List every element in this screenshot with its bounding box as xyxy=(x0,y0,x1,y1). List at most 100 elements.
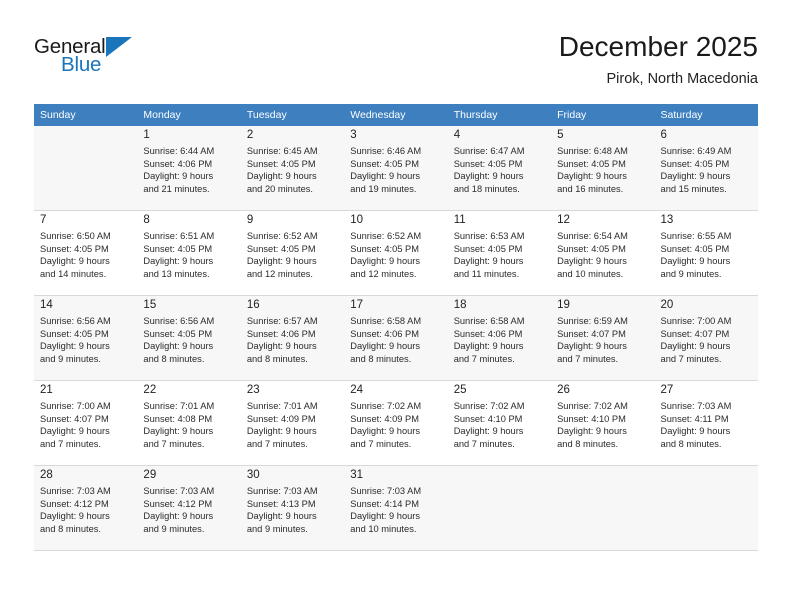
daylight-text-line1: Daylight: 9 hours xyxy=(246,256,317,267)
sunrise-text: Sunrise: 7:03 AM xyxy=(40,486,111,496)
day-sun-info: Sunrise: 6:57 AM Sunset: 4:06 PM Daylight:… xyxy=(247,314,338,365)
sunset-text: Sunset: 4:06 PM xyxy=(350,328,419,339)
day-cell-inner: 5 Sunrise: 6:48 AM Sunset: 4:05 PM Daylight… xyxy=(551,126,654,210)
weekday-header-row: Sunday Monday Tuesday Wednesday Thursday… xyxy=(34,104,758,126)
calendar-day-cell[interactable]: 25 Sunrise: 7:02 AM Sunset: 4:10 PM Dayligh… xyxy=(447,380,552,466)
sunset-text: Sunset: 4:05 PM xyxy=(246,243,316,254)
daylight-text-line1: Daylight: 9 hours xyxy=(350,341,421,352)
daylight-text-line1: Daylight: 9 hours xyxy=(557,426,627,437)
day-cell-inner: 1 Sunrise: 6:44 AM Sunset: 4:06 PM Daylight… xyxy=(137,126,240,210)
weekday-header-tuesday: Tuesday xyxy=(240,104,345,126)
weekday-header-monday: Monday xyxy=(137,104,241,126)
daylight-text-line1: Daylight: 9 hours xyxy=(453,171,524,182)
calendar-day-cell[interactable]: 18 Sunrise: 6:58 AM Sunset: 4:06 PM Dayligh… xyxy=(447,295,552,381)
calendar-day-cell[interactable]: 16 Sunrise: 6:57 AM Sunset: 4:06 PM Dayligh… xyxy=(240,295,345,381)
calendar-day-cell[interactable]: 7 Sunrise: 6:50 AM Sunset: 4:05 PM Daylight… xyxy=(34,210,138,296)
calendar-day-cell[interactable]: 3 Sunrise: 6:46 AM Sunset: 4:05 PM Daylight… xyxy=(344,126,448,211)
day-number: 18 xyxy=(453,299,467,311)
daylight-text-line2: and 10 minutes. xyxy=(557,268,624,279)
daylight-text-line2: and 15 minutes. xyxy=(660,183,727,194)
daylight-text-line2: and 7 minutes. xyxy=(453,353,515,364)
calendar-week-row: 21 Sunrise: 7:00 AM Sunset: 4:07 PM Dayligh… xyxy=(34,380,758,466)
daylight-text-line2: and 9 minutes. xyxy=(246,523,308,534)
day-cell-inner: 22 Sunrise: 7:01 AM Sunset: 4:08 PM Dayligh… xyxy=(137,381,240,465)
daylight-text-line2: and 7 minutes. xyxy=(453,438,515,449)
daylight-text-line1: Daylight: 9 hours xyxy=(350,171,421,182)
calendar-day-cell[interactable]: 20 Sunrise: 7:00 AM Sunset: 4:07 PM Dayligh… xyxy=(654,295,758,381)
calendar-day-cell[interactable]: 27 Sunrise: 7:03 AM Sunset: 4:11 PM Dayligh… xyxy=(654,380,758,466)
daylight-text-line2: and 21 minutes. xyxy=(143,183,210,194)
calendar-day-cell[interactable]: 2 Sunrise: 6:45 AM Sunset: 4:05 PM Daylight… xyxy=(240,126,345,211)
calendar-day-cell[interactable]: 22 Sunrise: 7:01 AM Sunset: 4:08 PM Dayligh… xyxy=(137,380,241,466)
calendar-day-cell[interactable]: 5 Sunrise: 6:48 AM Sunset: 4:05 PM Daylight… xyxy=(551,126,655,211)
calendar-day-cell[interactable]: 1 Sunrise: 6:44 AM Sunset: 4:06 PM Daylight… xyxy=(137,126,241,211)
calendar-day-cell[interactable]: 30 Sunrise: 7:03 AM Sunset: 4:13 PM Dayligh… xyxy=(240,465,345,551)
daylight-text-line2: and 19 minutes. xyxy=(350,183,417,194)
daylight-text-line1: Daylight: 9 hours xyxy=(143,171,214,182)
calendar-cell-empty xyxy=(34,126,138,211)
calendar-day-cell[interactable]: 31 Sunrise: 7:03 AM Sunset: 4:14 PM Dayligh… xyxy=(344,465,448,551)
day-cell-inner xyxy=(34,126,137,210)
sunset-text: Sunset: 4:05 PM xyxy=(40,243,109,254)
sunrise-text: Sunrise: 7:03 AM xyxy=(350,486,422,496)
calendar-day-cell[interactable]: 12 Sunrise: 6:54 AM Sunset: 4:05 PM Dayligh… xyxy=(551,210,655,296)
daylight-text-line2: and 7 minutes. xyxy=(660,353,722,364)
daylight-text-line1: Daylight: 9 hours xyxy=(557,171,627,182)
calendar-day-cell[interactable]: 29 Sunrise: 7:03 AM Sunset: 4:12 PM Dayligh… xyxy=(137,465,241,551)
sunrise-text: Sunrise: 7:02 AM xyxy=(557,401,628,411)
calendar-day-cell[interactable]: 9 Sunrise: 6:52 AM Sunset: 4:05 PM Daylight… xyxy=(240,210,345,296)
calendar-day-cell[interactable]: 19 Sunrise: 6:59 AM Sunset: 4:07 PM Dayligh… xyxy=(551,295,655,381)
day-sun-info: Sunrise: 7:03 AM Sunset: 4:11 PM Daylight:… xyxy=(661,399,752,450)
sunrise-text: Sunrise: 6:46 AM xyxy=(350,146,422,156)
calendar-day-cell[interactable]: 10 Sunrise: 6:52 AM Sunset: 4:05 PM Dayligh… xyxy=(344,210,448,296)
sunset-text: Sunset: 4:09 PM xyxy=(246,413,316,424)
generalblue-logo[interactable]: General Blue xyxy=(34,35,214,87)
sunrise-text: Sunrise: 6:55 AM xyxy=(660,231,732,241)
daylight-text-line1: Daylight: 9 hours xyxy=(453,256,524,267)
daylight-text-line2: and 9 minutes. xyxy=(40,353,101,364)
day-cell-inner: 4 Sunrise: 6:47 AM Sunset: 4:05 PM Daylight… xyxy=(448,126,551,210)
sunset-text: Sunset: 4:05 PM xyxy=(350,243,419,254)
calendar-day-cell[interactable]: 11 Sunrise: 6:53 AM Sunset: 4:05 PM Dayligh… xyxy=(447,210,552,296)
sunrise-text: Sunrise: 7:03 AM xyxy=(660,401,732,411)
calendar-day-cell[interactable]: 4 Sunrise: 6:47 AM Sunset: 4:05 PM Daylight… xyxy=(447,126,552,211)
sunset-text: Sunset: 4:13 PM xyxy=(246,498,316,509)
calendar-day-cell[interactable]: 24 Sunrise: 7:02 AM Sunset: 4:09 PM Dayligh… xyxy=(344,380,448,466)
daylight-text-line2: and 7 minutes. xyxy=(557,353,619,364)
day-sun-info: Sunrise: 6:45 AM Sunset: 4:05 PM Daylight:… xyxy=(247,144,338,195)
calendar-day-cell[interactable]: 28 Sunrise: 7:03 AM Sunset: 4:12 PM Dayligh… xyxy=(34,465,138,551)
daylight-text-line2: and 8 minutes. xyxy=(143,353,205,364)
day-sun-info: Sunrise: 6:48 AM Sunset: 4:05 PM Daylight:… xyxy=(557,144,648,195)
daylight-text-line2: and 8 minutes. xyxy=(660,438,722,449)
daylight-text-line1: Daylight: 9 hours xyxy=(40,511,110,522)
logo-text-blue: Blue xyxy=(61,53,102,76)
calendar-cell-empty xyxy=(447,465,552,551)
calendar-day-cell[interactable]: 15 Sunrise: 6:56 AM Sunset: 4:05 PM Dayligh… xyxy=(137,295,241,381)
calendar-day-cell[interactable]: 21 Sunrise: 7:00 AM Sunset: 4:07 PM Dayligh… xyxy=(34,380,138,466)
sunset-text: Sunset: 4:05 PM xyxy=(660,243,730,254)
day-number: 11 xyxy=(453,214,466,226)
sunset-text: Sunset: 4:07 PM xyxy=(660,328,730,339)
sunset-text: Sunset: 4:09 PM xyxy=(350,413,419,424)
calendar-day-cell[interactable]: 8 Sunrise: 6:51 AM Sunset: 4:05 PM Daylight… xyxy=(137,210,241,296)
daylight-text-line1: Daylight: 9 hours xyxy=(350,256,421,267)
day-cell-inner: 11 Sunrise: 6:53 AM Sunset: 4:05 PM Dayligh… xyxy=(448,211,551,295)
daylight-text-line2: and 8 minutes. xyxy=(40,523,101,534)
calendar-day-cell[interactable]: 13 Sunrise: 6:55 AM Sunset: 4:05 PM Dayligh… xyxy=(654,210,758,296)
calendar-day-cell[interactable]: 17 Sunrise: 6:58 AM Sunset: 4:06 PM Dayligh… xyxy=(344,295,448,381)
daylight-text-line1: Daylight: 9 hours xyxy=(143,511,214,522)
sunrise-text: Sunrise: 7:02 AM xyxy=(453,401,525,411)
day-sun-info: Sunrise: 7:03 AM Sunset: 4:12 PM Daylight:… xyxy=(40,484,131,535)
daylight-text-line2: and 7 minutes. xyxy=(246,438,308,449)
day-number: 12 xyxy=(557,214,570,226)
day-cell-inner xyxy=(655,466,758,550)
daylight-text-line1: Daylight: 9 hours xyxy=(350,511,421,522)
day-cell-inner: 8 Sunrise: 6:51 AM Sunset: 4:05 PM Daylight… xyxy=(137,211,240,295)
calendar-day-cell[interactable]: 14 Sunrise: 6:56 AM Sunset: 4:05 PM Dayligh… xyxy=(34,295,138,381)
day-sun-info: Sunrise: 7:02 AM Sunset: 4:10 PM Daylight:… xyxy=(557,399,648,450)
sunset-text: Sunset: 4:06 PM xyxy=(143,158,213,169)
calendar-day-cell[interactable]: 6 Sunrise: 6:49 AM Sunset: 4:05 PM Daylight… xyxy=(654,126,758,211)
calendar-day-cell[interactable]: 23 Sunrise: 7:01 AM Sunset: 4:09 PM Dayligh… xyxy=(240,380,345,466)
daylight-text-line1: Daylight: 9 hours xyxy=(350,426,421,437)
calendar-day-cell[interactable]: 26 Sunrise: 7:02 AM Sunset: 4:10 PM Dayligh… xyxy=(551,380,655,466)
